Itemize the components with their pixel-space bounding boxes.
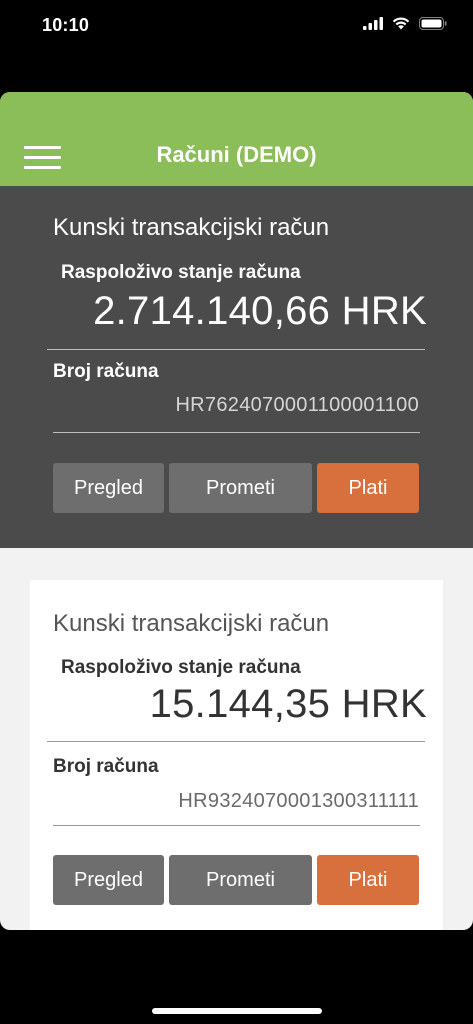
- balance-value: 15.144,35 HRK: [149, 682, 427, 726]
- account-name: Kunski transakcijski račun: [53, 610, 330, 637]
- account-card[interactable]: Kunski transakcijski račun Raspoloživo s…: [30, 580, 443, 930]
- account-name: Kunski transakcijski račun: [53, 214, 330, 241]
- account-card[interactable]: Kunski transakcijski račun Raspoloživo s…: [0, 186, 473, 548]
- battery-icon: [419, 17, 447, 30]
- signal-icon: [363, 17, 383, 30]
- account-number: HR7624070001100001100: [175, 394, 419, 416]
- divider: [53, 432, 420, 433]
- pay-button[interactable]: Plati: [317, 855, 419, 905]
- overview-button[interactable]: Pregled: [53, 463, 164, 513]
- page-title: Računi (DEMO): [156, 142, 317, 167]
- divider: [53, 825, 420, 826]
- transactions-button[interactable]: Prometi: [169, 855, 312, 905]
- app-bar: Računi (DEMO): [0, 92, 473, 186]
- app-sheet: Računi (DEMO) Kunski transakcijski račun…: [0, 92, 473, 930]
- home-indicator[interactable]: [152, 1008, 322, 1014]
- transactions-button[interactable]: Prometi: [169, 463, 312, 513]
- account-number: HR9324070001300311111: [178, 790, 419, 812]
- status-time: 10:10: [42, 15, 90, 35]
- status-bar: 10:10: [0, 0, 473, 50]
- divider: [47, 741, 425, 742]
- overview-button[interactable]: Pregled: [53, 855, 164, 905]
- account-number-label: Broj računa: [53, 756, 159, 777]
- account-number-label: Broj računa: [53, 361, 159, 382]
- divider: [47, 349, 425, 350]
- balance-value: 2.714.140,66 HRK: [93, 289, 427, 333]
- wifi-icon: [392, 17, 410, 30]
- pay-button[interactable]: Plati: [317, 463, 419, 513]
- balance-label: Raspoloživo stanje računa: [61, 262, 301, 283]
- status-icons: [363, 17, 447, 30]
- balance-label: Raspoloživo stanje računa: [61, 657, 301, 678]
